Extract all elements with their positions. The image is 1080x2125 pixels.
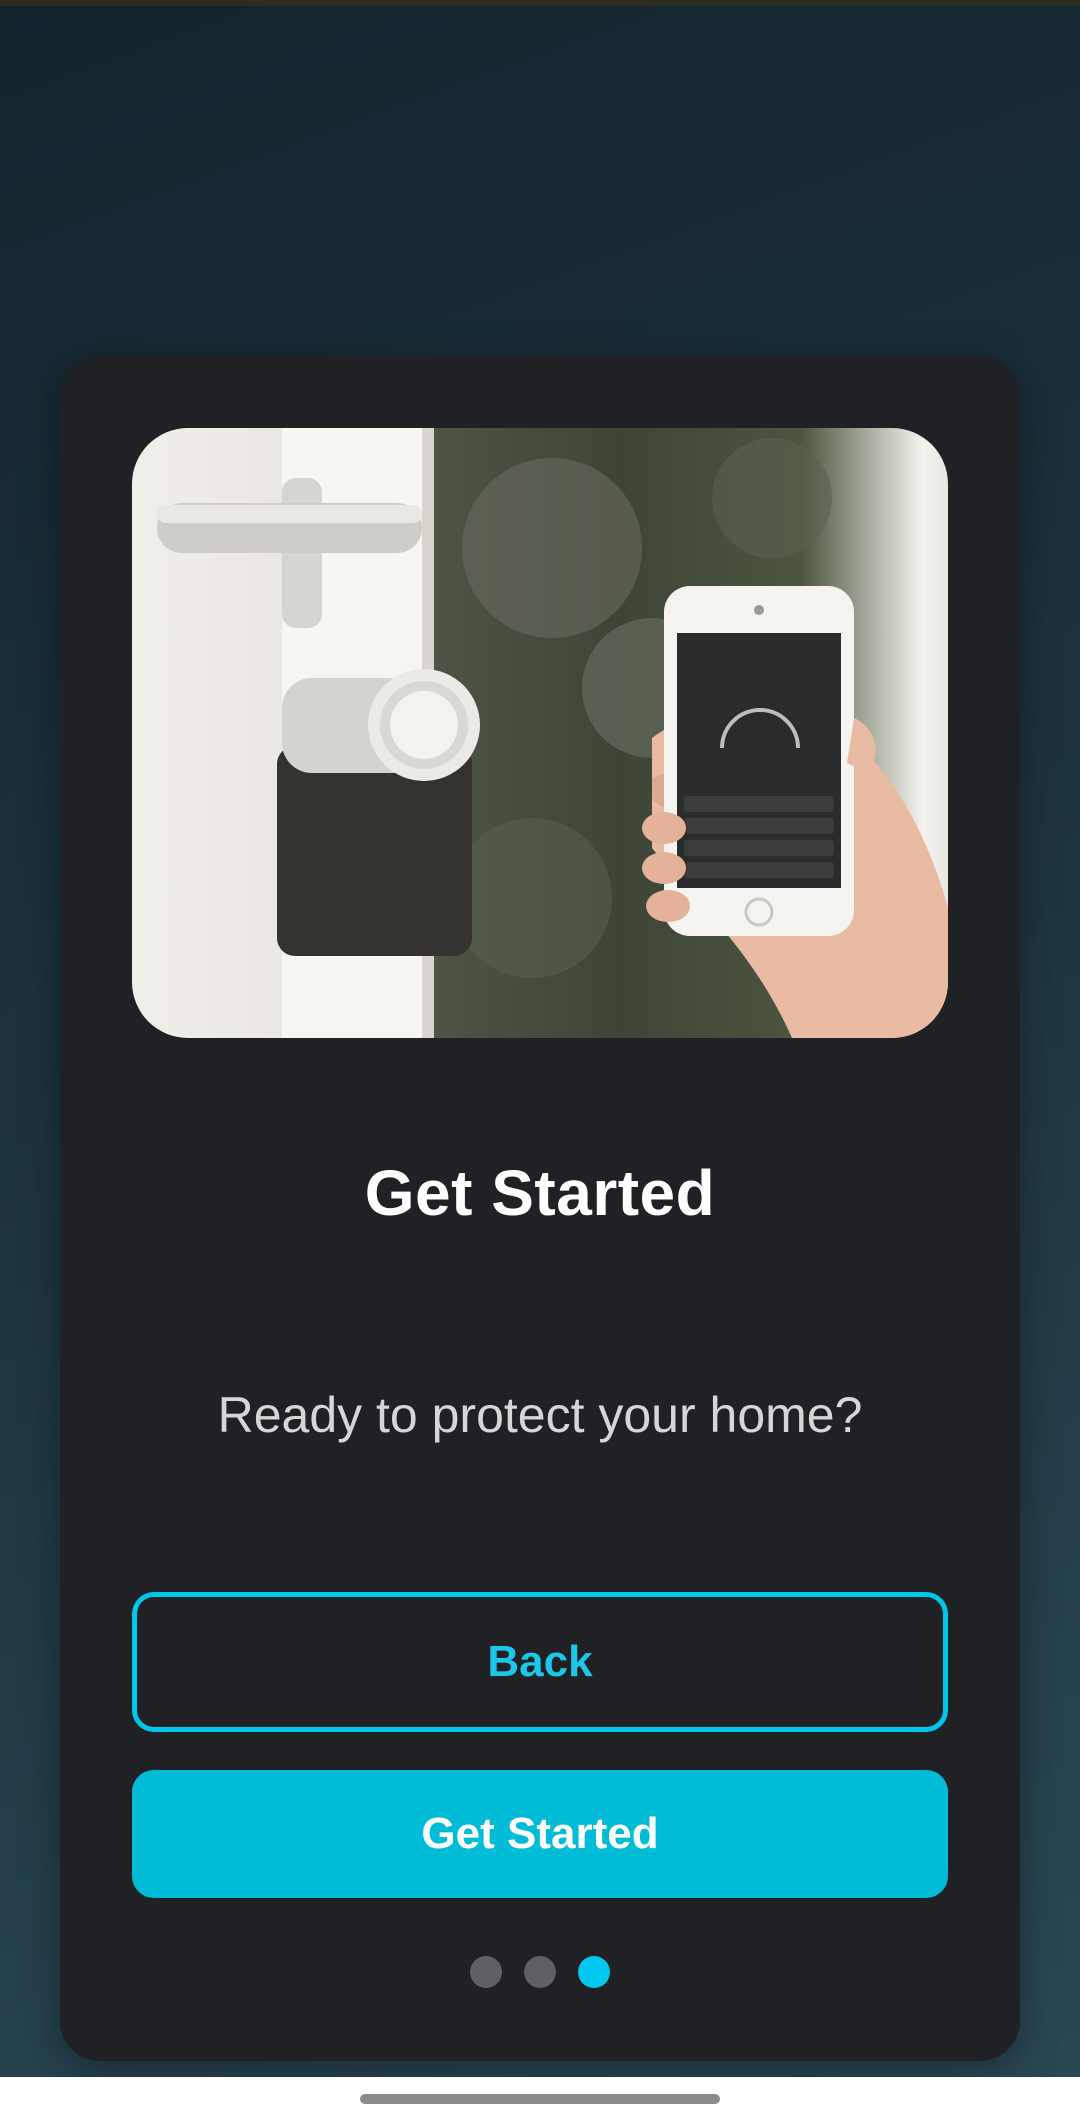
- page-subtitle: Ready to protect your home?: [217, 1387, 863, 1443]
- page-dot-2[interactable]: [524, 1956, 556, 1988]
- back-button[interactable]: Back: [132, 1592, 948, 1732]
- onboarding-card: Get Started Ready to protect your home? …: [60, 356, 1020, 2061]
- smart-lock-illustration: [157, 428, 948, 1038]
- hero-image: [132, 428, 948, 1038]
- page-indicator: [60, 1956, 1020, 1988]
- system-navigation-bar: [0, 2077, 1080, 2125]
- page-dot-3[interactable]: [578, 1956, 610, 1988]
- get-started-button[interactable]: Get Started: [132, 1770, 948, 1898]
- page-dot-1[interactable]: [470, 1956, 502, 1988]
- status-bar: [0, 0, 1080, 6]
- home-indicator[interactable]: [360, 2094, 720, 2104]
- page-title: Get Started: [364, 1157, 716, 1229]
